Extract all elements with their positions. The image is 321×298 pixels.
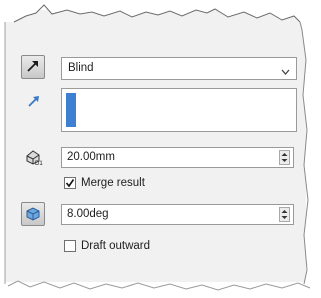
merge-result-label: Merge result — [81, 177, 145, 189]
chevron-down-icon[interactable] — [281, 66, 290, 78]
partial-checkbox — [33, 288, 45, 297]
svg-text:D1: D1 — [35, 161, 43, 166]
draft-angle-spinner[interactable] — [279, 207, 290, 222]
draft-icon — [25, 205, 41, 224]
reverse-direction-icon — [26, 59, 40, 76]
depth-icon: D1 — [23, 146, 45, 168]
draft-outward-option[interactable]: Draft outward — [64, 240, 150, 252]
merge-result-checkbox[interactable] — [64, 177, 76, 189]
merge-result-option[interactable]: Merge result — [64, 177, 145, 189]
reverse-direction-button[interactable] — [21, 55, 45, 79]
draft-angle-input[interactable]: 8.00deg — [61, 204, 294, 225]
draft-outward-label: Draft outward — [81, 240, 151, 252]
direction-arrow-icon — [23, 90, 45, 112]
end-condition-value: Blind — [68, 62, 94, 74]
depth-input[interactable]: 20.00mm — [61, 147, 294, 168]
draft-toggle-button[interactable] — [21, 202, 45, 226]
direction-selection-box[interactable] — [61, 88, 297, 132]
draft-angle-value: 8.00deg — [67, 208, 109, 220]
depth-spinner[interactable] — [279, 150, 290, 165]
selection-highlight — [66, 93, 76, 127]
end-condition-dropdown[interactable]: Blind — [61, 57, 297, 80]
depth-value: 20.00mm — [67, 151, 115, 163]
draft-outward-checkbox[interactable] — [64, 240, 76, 252]
property-panel: Blind D1 20.00mm Merge result 8.00deg Dr… — [5, 10, 306, 297]
